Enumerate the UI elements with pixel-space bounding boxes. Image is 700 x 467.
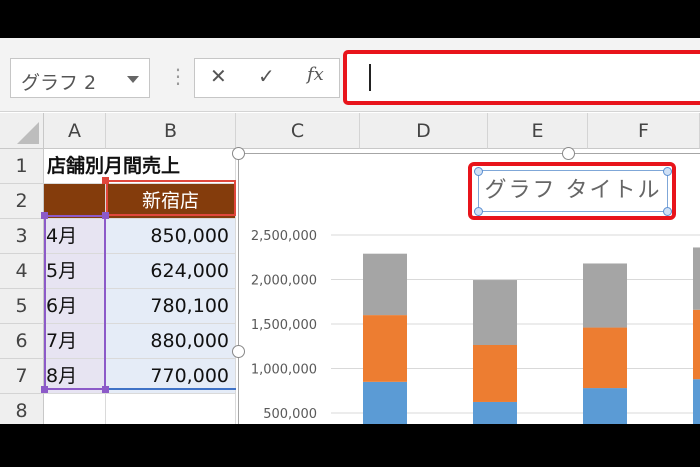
y-tick-label: 2,000,000	[251, 274, 317, 289]
bar-segment-series-2[interactable]	[363, 315, 407, 382]
chart-resize-handle[interactable]	[232, 345, 245, 358]
y-tick-label: 2,500,000	[251, 229, 317, 244]
range-handle[interactable]	[102, 386, 109, 393]
name-box[interactable]: グラフ 2	[10, 58, 150, 98]
bar-segment-series-2[interactable]	[473, 345, 517, 402]
cell-a8[interactable]	[44, 394, 106, 424]
column-header-d[interactable]: D	[360, 113, 488, 149]
column-header-f[interactable]: F	[588, 113, 700, 149]
bar-segment-series-3[interactable]	[473, 280, 517, 346]
chart-title-placeholder[interactable]: グラフ タイトル	[478, 170, 668, 212]
enter-check-icon[interactable]: ✓	[258, 64, 275, 88]
row-header-6[interactable]: 6	[0, 324, 44, 359]
cell-a4-month[interactable]: 5月	[44, 254, 106, 289]
column-header-e[interactable]: E	[488, 113, 588, 149]
formula-bar: グラフ 2 ⋮ ✕ ✓ fx	[0, 38, 700, 112]
range-handle[interactable]	[102, 177, 109, 184]
cell-b6-value[interactable]: 880,000	[106, 324, 236, 359]
bar-segment-series-1[interactable]	[363, 381, 407, 424]
column-header-b[interactable]: B	[106, 113, 236, 149]
row-header-2[interactable]: 2	[0, 184, 44, 219]
cell-a5-month[interactable]: 6月	[44, 289, 106, 324]
row-header-4[interactable]: 4	[0, 254, 44, 289]
row-header-1[interactable]: 1	[0, 149, 44, 184]
cell-b3-value[interactable]: 850,000	[106, 219, 236, 254]
chart-resize-handle[interactable]	[232, 147, 245, 160]
title-resize-handle[interactable]	[474, 207, 483, 216]
cell-b7-value[interactable]: 770,000	[106, 359, 236, 394]
name-box-value: グラフ 2	[21, 72, 97, 94]
row-header-3[interactable]: 3	[0, 219, 44, 254]
formula-buttons: ✕ ✓ fx	[194, 58, 340, 98]
cell-b2-store[interactable]: 新宿店	[106, 184, 236, 219]
bar-segment-series-3[interactable]	[693, 247, 700, 310]
title-resize-handle[interactable]	[663, 207, 672, 216]
bar-segment-series-3[interactable]	[363, 253, 407, 316]
text-caret	[369, 64, 371, 91]
grip-dots-icon: ⋮	[168, 64, 188, 88]
y-tick-label: 500,000	[263, 407, 317, 422]
cell-b4-value[interactable]: 624,000	[106, 254, 236, 289]
cell-a6-month[interactable]: 7月	[44, 324, 106, 359]
chart-area[interactable]: 500,000 1,000,000 1,500,000 2,000,000 2,500,…	[238, 153, 700, 424]
bar-segment-series-1[interactable]	[473, 401, 517, 424]
cell-a1-title[interactable]: 店舗別月間売上	[44, 149, 180, 184]
bar-segment-series-2[interactable]	[583, 327, 627, 389]
row-header-7[interactable]: 7	[0, 359, 44, 394]
y-tick-label: 1,500,000	[251, 318, 317, 333]
y-tick-label: 1,000,000	[251, 363, 317, 378]
range-handle[interactable]	[41, 386, 48, 393]
row-header-5[interactable]: 5	[0, 289, 44, 324]
chevron-down-icon[interactable]	[127, 76, 139, 83]
formula-input[interactable]	[343, 50, 700, 105]
select-all-corner[interactable]	[0, 113, 44, 149]
cell-b8[interactable]	[106, 394, 236, 424]
excel-window: グラフ 2 ⋮ ✕ ✓ fx A B C D E F 1 2 3 4 5 6 7…	[0, 38, 700, 424]
chart-title-highlight: グラフ タイトル	[468, 162, 676, 220]
cell-a2[interactable]	[44, 184, 106, 219]
column-header-c[interactable]: C	[236, 113, 360, 149]
cell-a3-month[interactable]: 4月	[44, 219, 106, 254]
bar-segment-series-1[interactable]	[583, 388, 627, 424]
bar-segment-series-2[interactable]	[693, 309, 700, 380]
title-resize-handle[interactable]	[474, 167, 483, 176]
cancel-icon[interactable]: ✕	[210, 64, 227, 88]
cell-b5-value[interactable]: 780,100	[106, 289, 236, 324]
cell-a7-month[interactable]: 8月	[44, 359, 106, 394]
row-header-8[interactable]: 8	[0, 394, 44, 424]
range-handle[interactable]	[41, 212, 48, 219]
title-resize-handle[interactable]	[663, 167, 672, 176]
insert-function-icon[interactable]: fx	[307, 64, 324, 85]
chart-resize-handle[interactable]	[562, 147, 575, 160]
bar-segment-series-3[interactable]	[583, 263, 627, 328]
cell-b1[interactable]	[106, 149, 236, 184]
bar-segment-series-1[interactable]	[693, 379, 700, 424]
range-handle[interactable]	[102, 212, 109, 219]
column-header-a[interactable]: A	[44, 113, 106, 149]
